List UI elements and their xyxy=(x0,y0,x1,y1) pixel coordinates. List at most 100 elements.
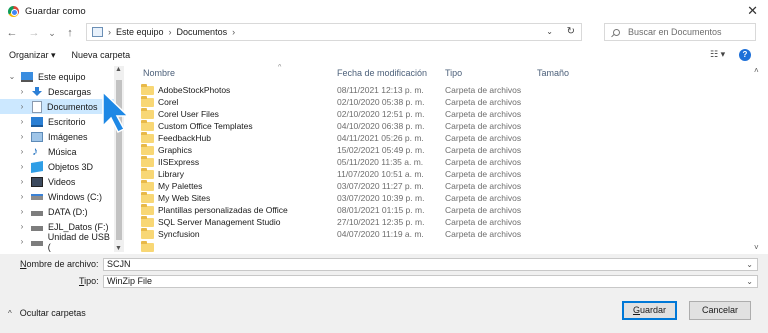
address-dropdown-icon[interactable]: ⌄ xyxy=(546,27,553,36)
filename-input[interactable]: SCJN ⌄ xyxy=(103,258,758,271)
collapsed-chevron-icon[interactable]: › xyxy=(17,87,27,96)
collapsed-chevron-icon[interactable]: › xyxy=(17,147,27,156)
nav-item-descargas[interactable]: › Descargas xyxy=(0,84,114,99)
file-row[interactable]: SQL Server Management Studio 27/10/2021 … xyxy=(126,216,706,229)
forward-arrow-icon[interactable]: → xyxy=(26,27,42,39)
file-row-partial[interactable] xyxy=(126,241,706,254)
filetype-select[interactable]: WinZip File ⌄ xyxy=(103,275,758,288)
nav-item-windows-c[interactable]: › Windows (C:) xyxy=(0,189,114,204)
expanded-chevron-icon[interactable]: ⌄ xyxy=(7,72,17,81)
file-type: Carpeta de archivos xyxy=(445,205,522,215)
collapsed-chevron-icon[interactable]: › xyxy=(17,102,27,111)
column-header-type[interactable]: Tipo xyxy=(445,68,462,78)
nav-item-label: Videos xyxy=(48,176,76,187)
folder-icon xyxy=(141,204,154,215)
breadcrumb-documentos[interactable]: Documentos xyxy=(177,27,228,37)
file-row[interactable]: Corel 02/10/2020 05:38 p. m. Carpeta de … xyxy=(126,96,706,109)
nav-item-label: EJL_Datos (F:) xyxy=(48,221,109,232)
chevron-down-icon[interactable]: ⌄ xyxy=(746,259,753,270)
file-row[interactable]: AdobeStockPhotos 08/11/2021 12:13 p. m. … xyxy=(126,84,706,97)
pc-icon xyxy=(21,71,33,82)
file-name: AdobeStockPhotos xyxy=(158,85,231,95)
collapsed-chevron-icon[interactable]: › xyxy=(17,207,27,216)
nav-item-este-equipo[interactable]: ⌄ Este equipo xyxy=(0,69,114,84)
collapsed-chevron-icon[interactable]: › xyxy=(17,237,27,246)
collapsed-chevron-icon[interactable]: › xyxy=(17,132,27,141)
recent-locations-chevron-icon[interactable]: ⌄ xyxy=(44,28,60,39)
up-arrow-icon[interactable]: ↑ xyxy=(62,27,78,39)
cancel-button[interactable]: Cancelar xyxy=(689,301,751,320)
folder-icon xyxy=(141,120,154,131)
address-bar[interactable]: › Este equipo › Documentos › ⌄ ↻ xyxy=(86,23,582,41)
folder-icon xyxy=(141,84,154,95)
organize-button[interactable]: Organizar ▾ xyxy=(9,50,56,61)
file-modified: 04/07/2020 11:19 a. m. xyxy=(337,229,424,239)
close-icon[interactable]: ✕ xyxy=(747,3,758,19)
hide-folders-button[interactable]: ^ Ocultar carpetas xyxy=(8,308,86,318)
collapsed-chevron-icon[interactable]: › xyxy=(17,162,27,171)
file-type: Carpeta de archivos xyxy=(445,121,522,131)
search-input[interactable]: Buscar en Documentos xyxy=(604,23,756,41)
sort-ascending-icon: ^ xyxy=(278,64,282,71)
nav-item-videos[interactable]: › Videos xyxy=(0,174,114,189)
help-icon[interactable]: ? xyxy=(739,49,751,61)
file-row[interactable]: Custom Office Templates 04/10/2020 06:38… xyxy=(126,120,706,133)
file-name: Custom Office Templates xyxy=(158,121,253,131)
new-folder-button[interactable]: Nueva carpeta xyxy=(72,50,131,60)
command-bar: Organizar ▾ Nueva carpeta ☷ ▾ ? xyxy=(0,46,768,64)
file-modified: 27/10/2021 12:35 p. m. xyxy=(337,217,425,227)
nav-pane-scrollbar[interactable]: ▲ ▼ xyxy=(114,66,124,252)
file-row[interactable]: FeedbackHub 04/11/2021 05:26 p. m. Carpe… xyxy=(126,132,706,145)
scroll-down-icon[interactable]: ▼ xyxy=(115,245,122,252)
scroll-down-icon[interactable]: ˅ xyxy=(754,243,759,252)
file-modified: 04/10/2020 06:38 p. m. xyxy=(337,121,425,131)
refresh-icon[interactable]: ↻ xyxy=(567,26,575,37)
videos-icon xyxy=(31,176,43,187)
folder-icon xyxy=(141,108,154,119)
file-row[interactable]: Plantillas personalizadas de Office 08/0… xyxy=(126,204,706,217)
nav-item-usb-drive[interactable]: › Unidad de USB ( xyxy=(0,232,114,252)
column-header-size[interactable]: Tamaño xyxy=(537,68,569,78)
view-options-icon[interactable]: ☷ ▾ xyxy=(710,49,725,60)
file-row[interactable]: IISExpress 05/11/2020 11:35 a. m. Carpet… xyxy=(126,156,706,169)
hide-folders-label: Ocultar carpetas xyxy=(19,308,86,318)
nav-item-data-d[interactable]: › DATA (D:) xyxy=(0,204,114,219)
drive-icon xyxy=(31,225,43,231)
scrollbar-thumb[interactable] xyxy=(116,80,122,240)
file-type: Carpeta de archivos xyxy=(445,217,522,227)
file-type: Carpeta de archivos xyxy=(445,97,522,107)
file-type: Carpeta de archivos xyxy=(445,181,522,191)
breadcrumb-separator: › xyxy=(108,27,111,37)
nav-item-label: Este equipo xyxy=(38,71,86,82)
back-arrow-icon[interactable]: ← xyxy=(4,27,20,39)
chevron-down-icon[interactable]: ⌄ xyxy=(746,276,753,287)
objects3d-icon xyxy=(31,160,43,173)
column-header-modified[interactable]: Fecha de modificación xyxy=(337,68,427,78)
collapsed-chevron-icon[interactable]: › xyxy=(17,192,27,201)
nav-item-objetos-3d[interactable]: › Objetos 3D xyxy=(0,159,114,174)
column-header-name[interactable]: Nombre xyxy=(143,68,175,78)
collapsed-chevron-icon[interactable]: › xyxy=(17,222,27,231)
breadcrumb-este-equipo[interactable]: Este equipo xyxy=(116,27,164,37)
scroll-up-icon[interactable]: ˄ xyxy=(754,66,759,75)
file-row[interactable]: Library 11/07/2020 10:51 a. m. Carpeta d… xyxy=(126,168,706,181)
file-row[interactable]: Graphics 15/02/2021 05:49 p. m. Carpeta … xyxy=(126,144,706,157)
file-row[interactable]: My Palettes 03/07/2020 11:27 p. m. Carpe… xyxy=(126,180,706,193)
collapsed-chevron-icon[interactable]: › xyxy=(17,177,27,186)
collapsed-chevron-icon[interactable]: › xyxy=(17,117,27,126)
nav-item-documentos[interactable]: › Documentos xyxy=(0,99,114,114)
file-row[interactable]: Syncfusion 04/07/2020 11:19 a. m. Carpet… xyxy=(126,228,706,241)
file-list-scrollbar[interactable]: ˄ ˅ xyxy=(752,66,764,252)
file-row[interactable]: My Web Sites 03/07/2020 10:39 p. m. Carp… xyxy=(126,192,706,205)
drive-icon xyxy=(31,210,43,216)
nav-item-escritorio[interactable]: › Escritorio xyxy=(0,114,114,129)
folder-icon xyxy=(141,168,154,179)
scroll-up-icon[interactable]: ▲ xyxy=(115,66,122,73)
nav-item-imagenes[interactable]: › Imágenes xyxy=(0,129,114,144)
file-type: Carpeta de archivos xyxy=(445,133,522,143)
file-row[interactable]: Corel User Files 02/10/2020 12:51 p. m. … xyxy=(126,108,706,121)
nav-item-musica[interactable]: › Música xyxy=(0,144,114,159)
save-button[interactable]: Guardar xyxy=(622,301,677,320)
folder-icon xyxy=(141,180,154,191)
windows-drive-icon xyxy=(31,193,43,200)
